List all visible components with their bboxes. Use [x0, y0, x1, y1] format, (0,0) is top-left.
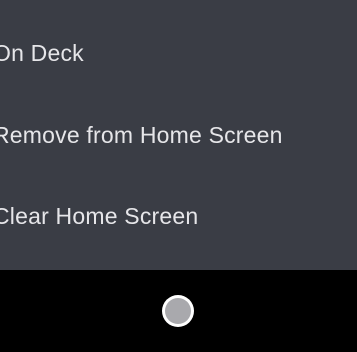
navigation-bar	[0, 270, 357, 352]
menu-item-label: Clear Home Screen	[0, 203, 199, 229]
menu-item-label: Remove from Home Screen	[0, 122, 283, 148]
context-menu: On Deck Remove from Home Screen Clear Ho…	[0, 0, 357, 270]
menu-item-clear-home-screen[interactable]: Clear Home Screen	[0, 176, 357, 257]
home-circle-icon	[165, 298, 191, 324]
screen: On Deck Remove from Home Screen Clear Ho…	[0, 0, 357, 352]
home-button[interactable]	[162, 295, 194, 327]
menu-item-on-deck[interactable]: On Deck	[0, 13, 357, 94]
menu-item-label: On Deck	[0, 40, 84, 66]
menu-item-remove-from-home-screen[interactable]: Remove from Home Screen	[0, 95, 357, 176]
